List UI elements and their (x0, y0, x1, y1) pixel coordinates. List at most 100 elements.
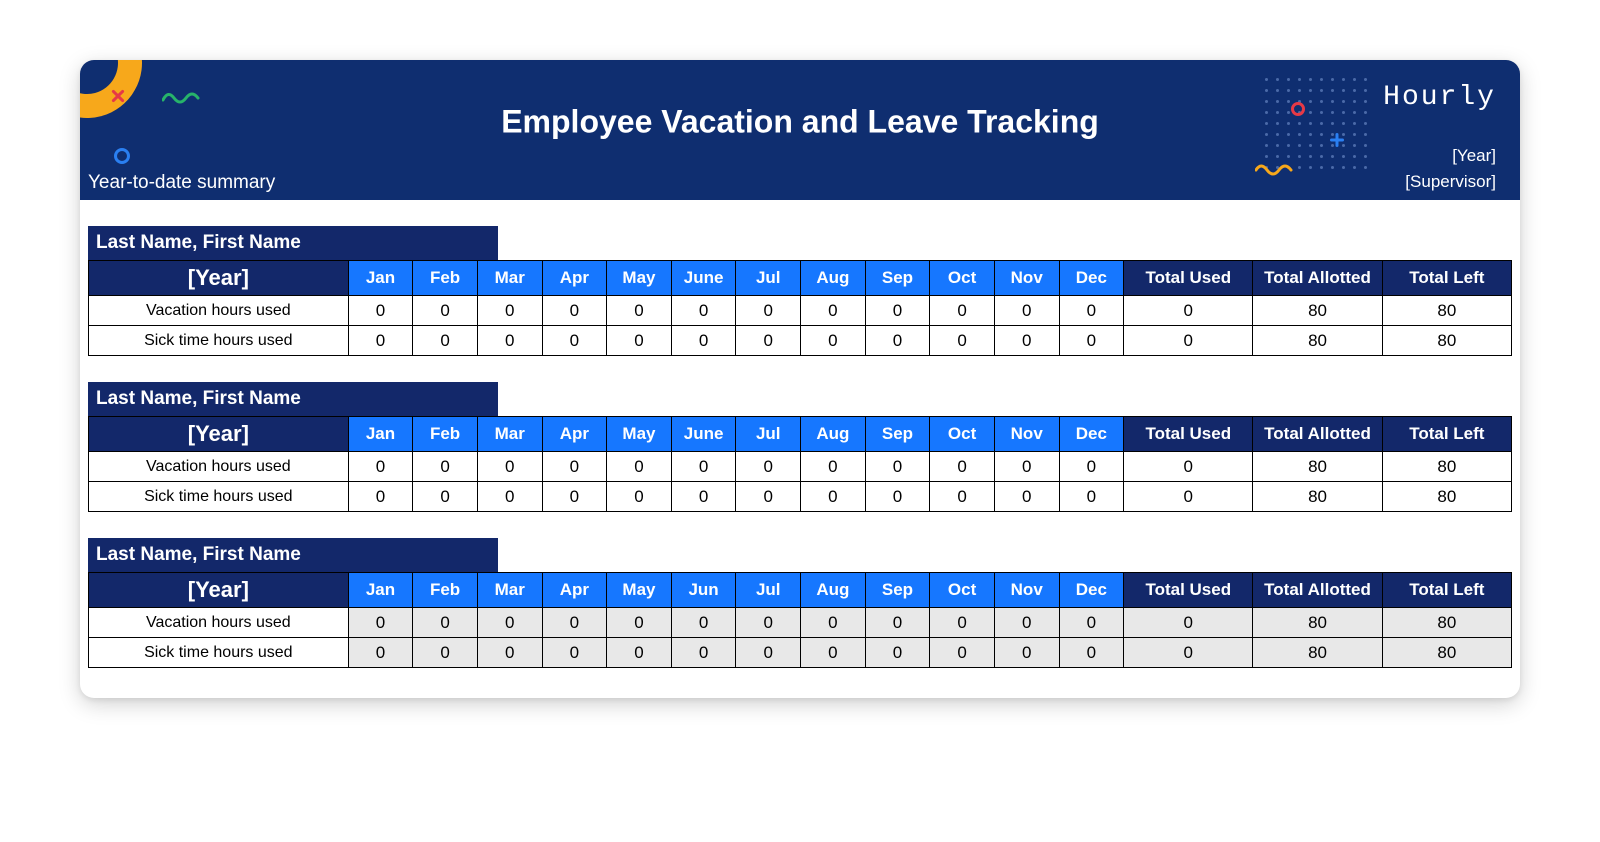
month-cell[interactable]: 0 (865, 482, 930, 512)
month-cell[interactable]: 0 (994, 296, 1059, 326)
total-left-cell: 80 (1382, 608, 1511, 638)
month-cell[interactable]: 0 (671, 326, 736, 356)
month-cell[interactable]: 0 (477, 482, 542, 512)
month-cell[interactable]: 0 (930, 608, 995, 638)
month-cell[interactable]: 0 (930, 326, 995, 356)
month-cell[interactable]: 0 (1059, 326, 1124, 356)
month-cell[interactable]: 0 (413, 482, 478, 512)
month-header: Sep (865, 417, 930, 452)
total-used-cell: 0 (1124, 326, 1253, 356)
month-cell[interactable]: 0 (348, 608, 413, 638)
month-cell[interactable]: 0 (994, 638, 1059, 668)
month-cell[interactable]: 0 (994, 326, 1059, 356)
row-label: Sick time hours used (89, 638, 349, 668)
month-cell[interactable]: 0 (413, 608, 478, 638)
month-cell[interactable]: 0 (671, 452, 736, 482)
month-cell[interactable]: 0 (607, 452, 672, 482)
month-cell[interactable]: 0 (477, 296, 542, 326)
month-cell[interactable]: 0 (994, 452, 1059, 482)
month-cell[interactable]: 0 (413, 326, 478, 356)
row-label: Sick time hours used (89, 482, 349, 512)
total-allotted-cell: 80 (1253, 296, 1382, 326)
month-cell[interactable]: 0 (865, 326, 930, 356)
month-cell[interactable]: 0 (801, 326, 866, 356)
month-cell[interactable]: 0 (542, 296, 607, 326)
month-cell[interactable]: 0 (413, 452, 478, 482)
month-cell[interactable]: 0 (607, 638, 672, 668)
month-cell[interactable]: 0 (348, 638, 413, 668)
month-cell[interactable]: 0 (671, 638, 736, 668)
month-cell[interactable]: 0 (930, 482, 995, 512)
month-cell[interactable]: 0 (542, 326, 607, 356)
month-cell[interactable]: 0 (801, 452, 866, 482)
month-cell[interactable]: 0 (736, 608, 801, 638)
month-cell[interactable]: 0 (477, 326, 542, 356)
month-header: June (671, 417, 736, 452)
total-allotted-cell: 80 (1253, 452, 1382, 482)
month-header: June (671, 261, 736, 296)
month-cell[interactable]: 0 (736, 296, 801, 326)
month-cell[interactable]: 0 (865, 452, 930, 482)
month-cell[interactable]: 0 (542, 482, 607, 512)
month-cell[interactable]: 0 (865, 296, 930, 326)
total-used-cell: 0 (1124, 482, 1253, 512)
month-cell[interactable]: 0 (930, 638, 995, 668)
month-cell[interactable]: 0 (930, 296, 995, 326)
month-cell[interactable]: 0 (477, 638, 542, 668)
month-cell[interactable]: 0 (413, 638, 478, 668)
month-cell[interactable]: 0 (1059, 608, 1124, 638)
month-cell[interactable]: 0 (1059, 482, 1124, 512)
table-row: Sick time hours used00000000000008080 (89, 638, 1512, 668)
month-cell[interactable]: 0 (477, 608, 542, 638)
month-cell[interactable]: 0 (994, 608, 1059, 638)
month-cell[interactable]: 0 (607, 482, 672, 512)
month-header: Apr (542, 261, 607, 296)
month-cell[interactable]: 0 (801, 608, 866, 638)
month-cell[interactable]: 0 (801, 482, 866, 512)
month-cell[interactable]: 0 (348, 482, 413, 512)
decor-squiggle-icon (162, 90, 202, 104)
decor-squiggle-orange-icon (1255, 162, 1295, 176)
month-cell[interactable]: 0 (736, 326, 801, 356)
month-cell[interactable]: 0 (607, 608, 672, 638)
month-cell[interactable]: 0 (671, 608, 736, 638)
month-cell[interactable]: 0 (607, 326, 672, 356)
month-cell[interactable]: 0 (736, 452, 801, 482)
month-cell[interactable]: 0 (671, 296, 736, 326)
row-label: Vacation hours used (89, 452, 349, 482)
total-header: Total Left (1382, 261, 1511, 296)
month-header: May (607, 417, 672, 452)
page-subtitle: Year-to-date summary (88, 172, 275, 194)
total-allotted-cell: 80 (1253, 638, 1382, 668)
month-cell[interactable]: 0 (348, 452, 413, 482)
month-cell[interactable]: 0 (1059, 638, 1124, 668)
total-header: Total Allotted (1253, 417, 1382, 452)
month-header: Mar (477, 261, 542, 296)
decor-circle-red-icon (1291, 102, 1305, 116)
month-cell[interactable]: 0 (671, 482, 736, 512)
month-cell[interactable]: 0 (736, 482, 801, 512)
month-header: Oct (930, 261, 995, 296)
month-cell[interactable]: 0 (348, 296, 413, 326)
month-cell[interactable]: 0 (930, 452, 995, 482)
employee-block: Last Name, First Name[Year]JanFebMarAprM… (88, 382, 1512, 512)
month-cell[interactable]: 0 (1059, 452, 1124, 482)
month-cell[interactable]: 0 (607, 296, 672, 326)
month-header: Feb (413, 417, 478, 452)
leave-table: [Year]JanFebMarAprMayJunJulAugSepOctNovD… (88, 572, 1512, 668)
month-cell[interactable]: 0 (348, 326, 413, 356)
month-cell[interactable]: 0 (477, 452, 542, 482)
month-cell[interactable]: 0 (865, 638, 930, 668)
month-cell[interactable]: 0 (801, 638, 866, 668)
employee-block: Last Name, First Name[Year]JanFebMarAprM… (88, 226, 1512, 356)
month-cell[interactable]: 0 (413, 296, 478, 326)
month-cell[interactable]: 0 (865, 608, 930, 638)
month-cell[interactable]: 0 (542, 608, 607, 638)
month-cell[interactable]: 0 (994, 482, 1059, 512)
month-cell[interactable]: 0 (801, 296, 866, 326)
month-cell[interactable]: 0 (736, 638, 801, 668)
month-cell[interactable]: 0 (1059, 296, 1124, 326)
month-cell[interactable]: 0 (542, 638, 607, 668)
month-header: May (607, 261, 672, 296)
month-cell[interactable]: 0 (542, 452, 607, 482)
